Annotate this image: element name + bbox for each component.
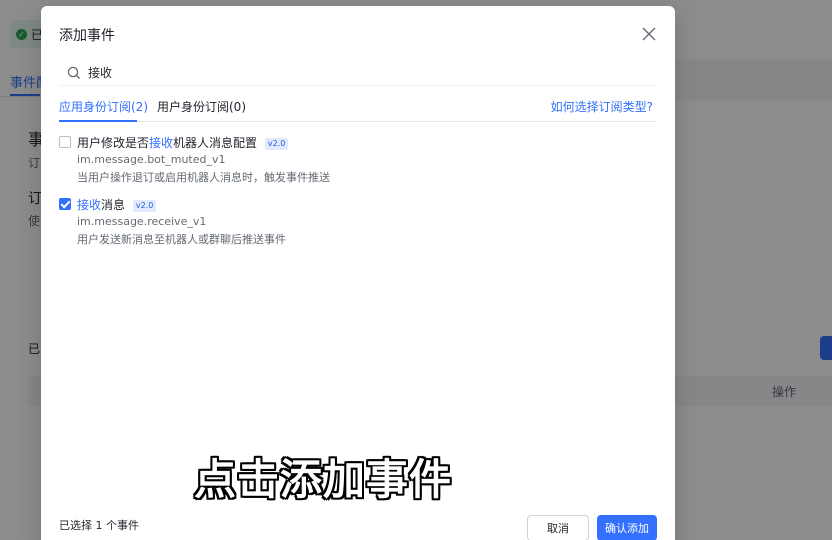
- close-icon: [642, 27, 656, 41]
- video-caption: 点击添加事件: [194, 455, 453, 504]
- subscription-tabs: 应用身份订阅(2) 用户身份订阅(0) 如何选择订阅类型?: [59, 96, 657, 122]
- search-input[interactable]: [88, 65, 608, 80]
- confirm-add-button[interactable]: 确认添加: [597, 515, 657, 540]
- tab-user-identity[interactable]: 用户身份订阅(0): [157, 98, 246, 115]
- version-badge: v2.0: [264, 138, 289, 150]
- event-code: im.message.receive_v1: [77, 215, 207, 228]
- version-badge: v2.0: [132, 200, 157, 212]
- close-button[interactable]: [639, 24, 659, 44]
- event-description: 用户发送新消息至机器人或群聊后推送事件: [77, 233, 286, 246]
- event-code: im.message.bot_muted_v1: [77, 153, 226, 166]
- help-link[interactable]: 如何选择订阅类型?: [551, 98, 653, 115]
- active-tab-indicator: [59, 120, 137, 122]
- event-title-part: 用户修改是否: [77, 136, 150, 150]
- selected-count: 已选择 1 个事件: [59, 519, 139, 532]
- modal-title: 添加事件: [59, 28, 115, 44]
- search-icon: [67, 66, 80, 79]
- event-title-highlight: 接收: [149, 136, 174, 150]
- event-title-part: 机器人消息配置: [173, 136, 258, 150]
- event-title-highlight: 接收: [77, 198, 102, 212]
- cancel-button[interactable]: 取消: [527, 515, 589, 540]
- event-title: 用户修改是否接收机器人消息配置 v2.0: [77, 134, 289, 151]
- event-checkbox[interactable]: [59, 136, 71, 148]
- event-title: 接收消息 v2.0: [77, 196, 157, 213]
- tab-app-identity[interactable]: 应用身份订阅(2): [59, 98, 148, 115]
- event-title-part: 消息: [101, 198, 126, 212]
- event-checkbox[interactable]: [59, 198, 71, 210]
- search-box: [59, 60, 657, 86]
- event-description: 当用户操作退订或启用机器人消息时，触发事件推送: [77, 171, 330, 184]
